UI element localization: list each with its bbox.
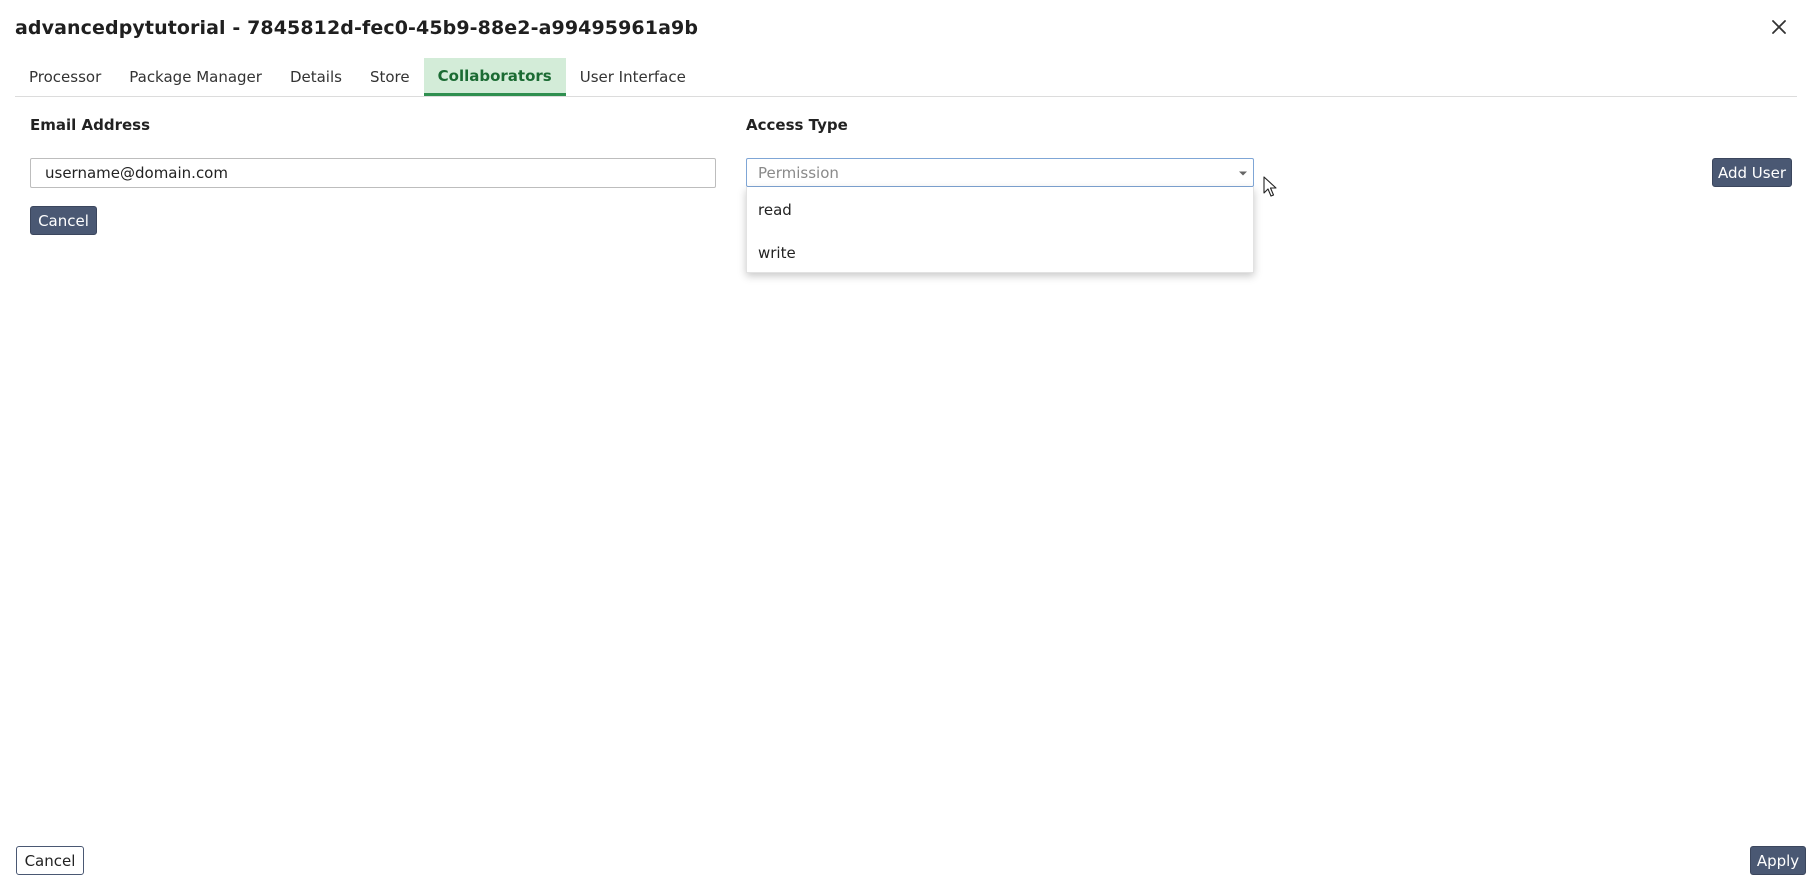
close-button[interactable] — [1767, 15, 1791, 39]
collaborators-dialog: advancedpytutorial - 7845812d-fec0-45b9-… — [0, 0, 1817, 882]
tab-processor[interactable]: Processor — [15, 58, 115, 96]
option-read[interactable]: read — [747, 190, 1253, 230]
access-type-label: Access Type — [746, 116, 848, 134]
email-field[interactable] — [30, 158, 716, 188]
close-icon — [1772, 20, 1786, 34]
access-type-dropdown: read write — [746, 187, 1254, 273]
tab-bar: Processor Package Manager Details Store … — [15, 58, 1797, 97]
option-write[interactable]: write — [747, 233, 1253, 273]
tab-user-interface[interactable]: User Interface — [566, 58, 700, 96]
access-type-select[interactable]: Permission — [746, 158, 1254, 187]
caret-down-icon — [1239, 171, 1247, 176]
tab-details[interactable]: Details — [276, 58, 356, 96]
form-cancel-button[interactable]: Cancel — [30, 206, 97, 235]
tab-store[interactable]: Store — [356, 58, 424, 96]
tab-package-manager[interactable]: Package Manager — [115, 58, 276, 96]
access-type-placeholder: Permission — [758, 164, 839, 182]
apply-button[interactable]: Apply — [1750, 846, 1806, 875]
add-user-button[interactable]: Add User — [1712, 158, 1792, 187]
footer-cancel-button[interactable]: Cancel — [16, 846, 84, 875]
tab-collaborators[interactable]: Collaborators — [423, 58, 566, 96]
dialog-title: advancedpytutorial - 7845812d-fec0-45b9-… — [15, 17, 699, 39]
mouse-cursor-icon — [1263, 176, 1277, 197]
email-address-label: Email Address — [30, 116, 151, 134]
